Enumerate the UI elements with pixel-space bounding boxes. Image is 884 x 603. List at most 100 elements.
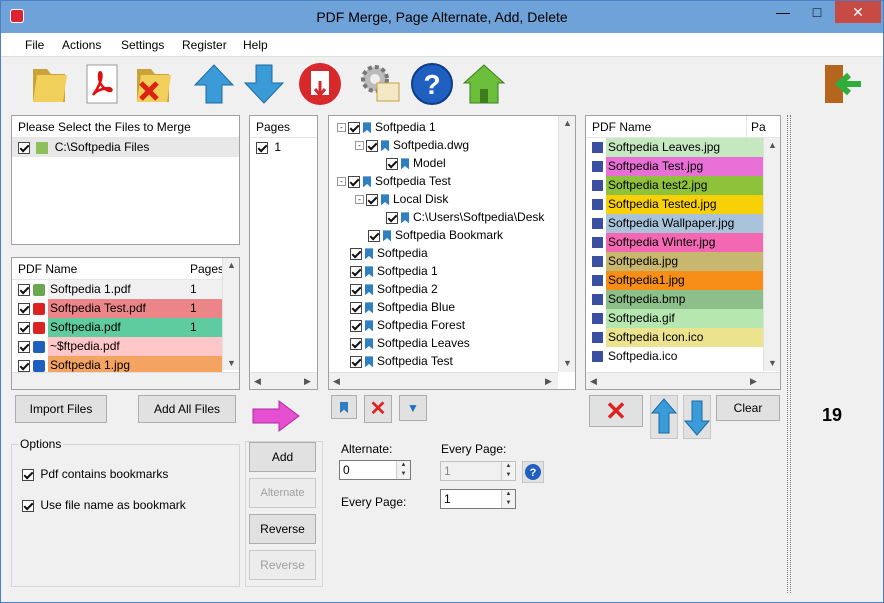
move-up-icon[interactable]: [191, 61, 237, 107]
option-bookmarks-checkbox[interactable]: [22, 468, 34, 481]
every-page2-updown[interactable]: ▲ ▼: [501, 490, 515, 508]
reverse-disabled-button[interactable]: Reverse: [249, 550, 316, 580]
tree-node-checkbox[interactable]: [350, 283, 362, 296]
minimize-button[interactable]: —: [767, 1, 799, 23]
alternate-updown[interactable]: ▲ ▼: [396, 461, 410, 479]
output-list-row[interactable]: Softpedia Icon.ico: [586, 328, 780, 347]
pages-checkbox[interactable]: [256, 141, 268, 154]
import-files-button[interactable]: Import Files: [15, 395, 107, 423]
tree-node-checkbox[interactable]: [386, 211, 398, 224]
tree-node[interactable]: - Local Disk: [329, 190, 575, 208]
every-page-spinner[interactable]: 1 ▲ ▼: [440, 461, 516, 481]
delete-bookmark-button[interactable]: ✕: [364, 395, 392, 423]
home-icon[interactable]: [461, 61, 507, 107]
tree-node-checkbox[interactable]: [348, 175, 360, 188]
column-pdf-name[interactable]: PDF Name: [18, 262, 77, 276]
tree-node-checkbox[interactable]: [366, 193, 378, 206]
bookmark-button[interactable]: [331, 395, 357, 419]
tree-node-checkbox[interactable]: [350, 355, 362, 368]
pdf-list-hscrollbar[interactable]: [12, 372, 239, 389]
tree-node-checkbox[interactable]: [350, 337, 362, 350]
delete-folder-icon[interactable]: [131, 61, 177, 107]
menu-help[interactable]: Help: [243, 38, 268, 52]
output-list-row[interactable]: Softpedia Winter.jpg: [586, 233, 780, 252]
add-button[interactable]: Add: [249, 442, 316, 472]
tree-expander[interactable]: -: [355, 195, 364, 205]
settings-icon[interactable]: [357, 61, 403, 107]
pdf-list-scrollbar[interactable]: ▲ ▼: [222, 258, 239, 370]
output-column-name[interactable]: PDF Name: [592, 120, 651, 134]
reverse-button[interactable]: Reverse: [249, 514, 316, 544]
tree-node-checkbox[interactable]: [348, 121, 360, 134]
pdf-list-row[interactable]: Softpedia Test.pdf 1: [12, 299, 239, 318]
move-down-icon[interactable]: [241, 61, 287, 107]
info-help-icon[interactable]: ?: [522, 461, 544, 483]
option-filename-checkbox[interactable]: [22, 499, 34, 512]
tree-node[interactable]: - Softpedia.dwg: [329, 136, 575, 154]
output-list-row[interactable]: Softpedia Leaves.jpg: [586, 138, 780, 157]
every-page-updown[interactable]: ▲ ▼: [501, 462, 515, 480]
option-bookmarks[interactable]: Pdf contains bookmarks: [22, 467, 168, 481]
tree-node[interactable]: Softpedia Blue: [329, 298, 575, 316]
pdf-row-checkbox[interactable]: [18, 283, 30, 296]
output-hscrollbar[interactable]: ◀ ▶: [586, 372, 780, 389]
output-scrollbar[interactable]: ▲ ▼: [763, 138, 780, 371]
output-list-row[interactable]: Softpedia.gif: [586, 309, 780, 328]
pdf-icon[interactable]: [79, 61, 125, 107]
pdf-list-row[interactable]: Softpedia.pdf 1: [12, 318, 239, 337]
add-all-files-button[interactable]: Add All Files: [138, 395, 236, 423]
option-filename[interactable]: Use file name as bookmark: [22, 498, 186, 512]
tree-node-checkbox[interactable]: [350, 265, 362, 278]
every-page2-spinner[interactable]: 1 ▲ ▼: [440, 489, 516, 509]
splitter[interactable]: [787, 115, 791, 593]
tree-expander[interactable]: -: [355, 141, 364, 151]
output-list-row[interactable]: Softpedia Test.jpg: [586, 157, 780, 176]
pdf-row-checkbox[interactable]: [18, 359, 30, 372]
output-list-row[interactable]: Softpedia.bmp: [586, 290, 780, 309]
open-folder-icon[interactable]: [27, 61, 73, 107]
tree-node[interactable]: C:\Users\Softpedia\Desk: [329, 208, 575, 226]
output-list-row[interactable]: Softpedia Tested.jpg: [586, 195, 780, 214]
tree-node-checkbox[interactable]: [350, 301, 362, 314]
pdf-row-checkbox[interactable]: [18, 321, 30, 334]
tree-node[interactable]: - Softpedia Test: [329, 172, 575, 190]
output-list-row[interactable]: Softpedia1.jpg: [586, 271, 780, 290]
output-down-icon[interactable]: [683, 395, 711, 439]
tree-expander[interactable]: -: [337, 177, 346, 187]
tree-node-checkbox[interactable]: [386, 157, 398, 170]
tree-node-checkbox[interactable]: [368, 229, 380, 242]
output-list-row[interactable]: Softpedia.jpg: [586, 252, 780, 271]
pages-hscrollbar[interactable]: ◀ ▶: [250, 372, 317, 389]
alternate-spinner[interactable]: 0 ▲ ▼: [339, 460, 411, 480]
tree-node-checkbox[interactable]: [350, 247, 362, 260]
output-list-row[interactable]: Softpedia.ico: [586, 347, 780, 366]
exit-icon[interactable]: [819, 61, 865, 107]
help-icon[interactable]: ?: [409, 61, 455, 107]
column-pages[interactable]: Pages: [190, 258, 224, 280]
menu-settings[interactable]: Settings: [121, 38, 164, 52]
tree-node[interactable]: Softpedia: [329, 244, 575, 262]
tree-expander[interactable]: -: [337, 123, 346, 133]
pdf-row-checkbox[interactable]: [18, 302, 30, 315]
tree-node[interactable]: Softpedia Leaves: [329, 334, 575, 352]
close-button[interactable]: ✕: [835, 1, 881, 23]
output-list-row[interactable]: Softpedia Wallpaper.jpg: [586, 214, 780, 233]
menu-actions[interactable]: Actions: [62, 38, 101, 52]
remove-button[interactable]: ✕: [589, 395, 643, 427]
tree-scrollbar[interactable]: ▲ ▼: [558, 116, 575, 372]
arrow-right-icon[interactable]: [251, 399, 301, 433]
folder-item[interactable]: C:\Softpedia Files: [12, 138, 239, 157]
pdf-row-checkbox[interactable]: [18, 340, 30, 353]
output-up-icon[interactable]: [650, 395, 678, 439]
pdf-list-row[interactable]: ~$ftpedia.pdf: [12, 337, 239, 356]
tree-node[interactable]: - Softpedia 1: [329, 118, 575, 136]
clear-button[interactable]: Clear: [716, 395, 780, 421]
tree-node-checkbox[interactable]: [366, 139, 378, 152]
pages-item[interactable]: 1: [250, 138, 317, 157]
output-list-row[interactable]: Softpedia test2.jpg: [586, 176, 780, 195]
menu-register[interactable]: Register: [182, 38, 227, 52]
tree-node[interactable]: Softpedia 1: [329, 262, 575, 280]
tree-node[interactable]: Softpedia Bookmark: [329, 226, 575, 244]
menu-file[interactable]: File: [25, 38, 44, 52]
alternate-button[interactable]: Alternate: [249, 478, 316, 508]
